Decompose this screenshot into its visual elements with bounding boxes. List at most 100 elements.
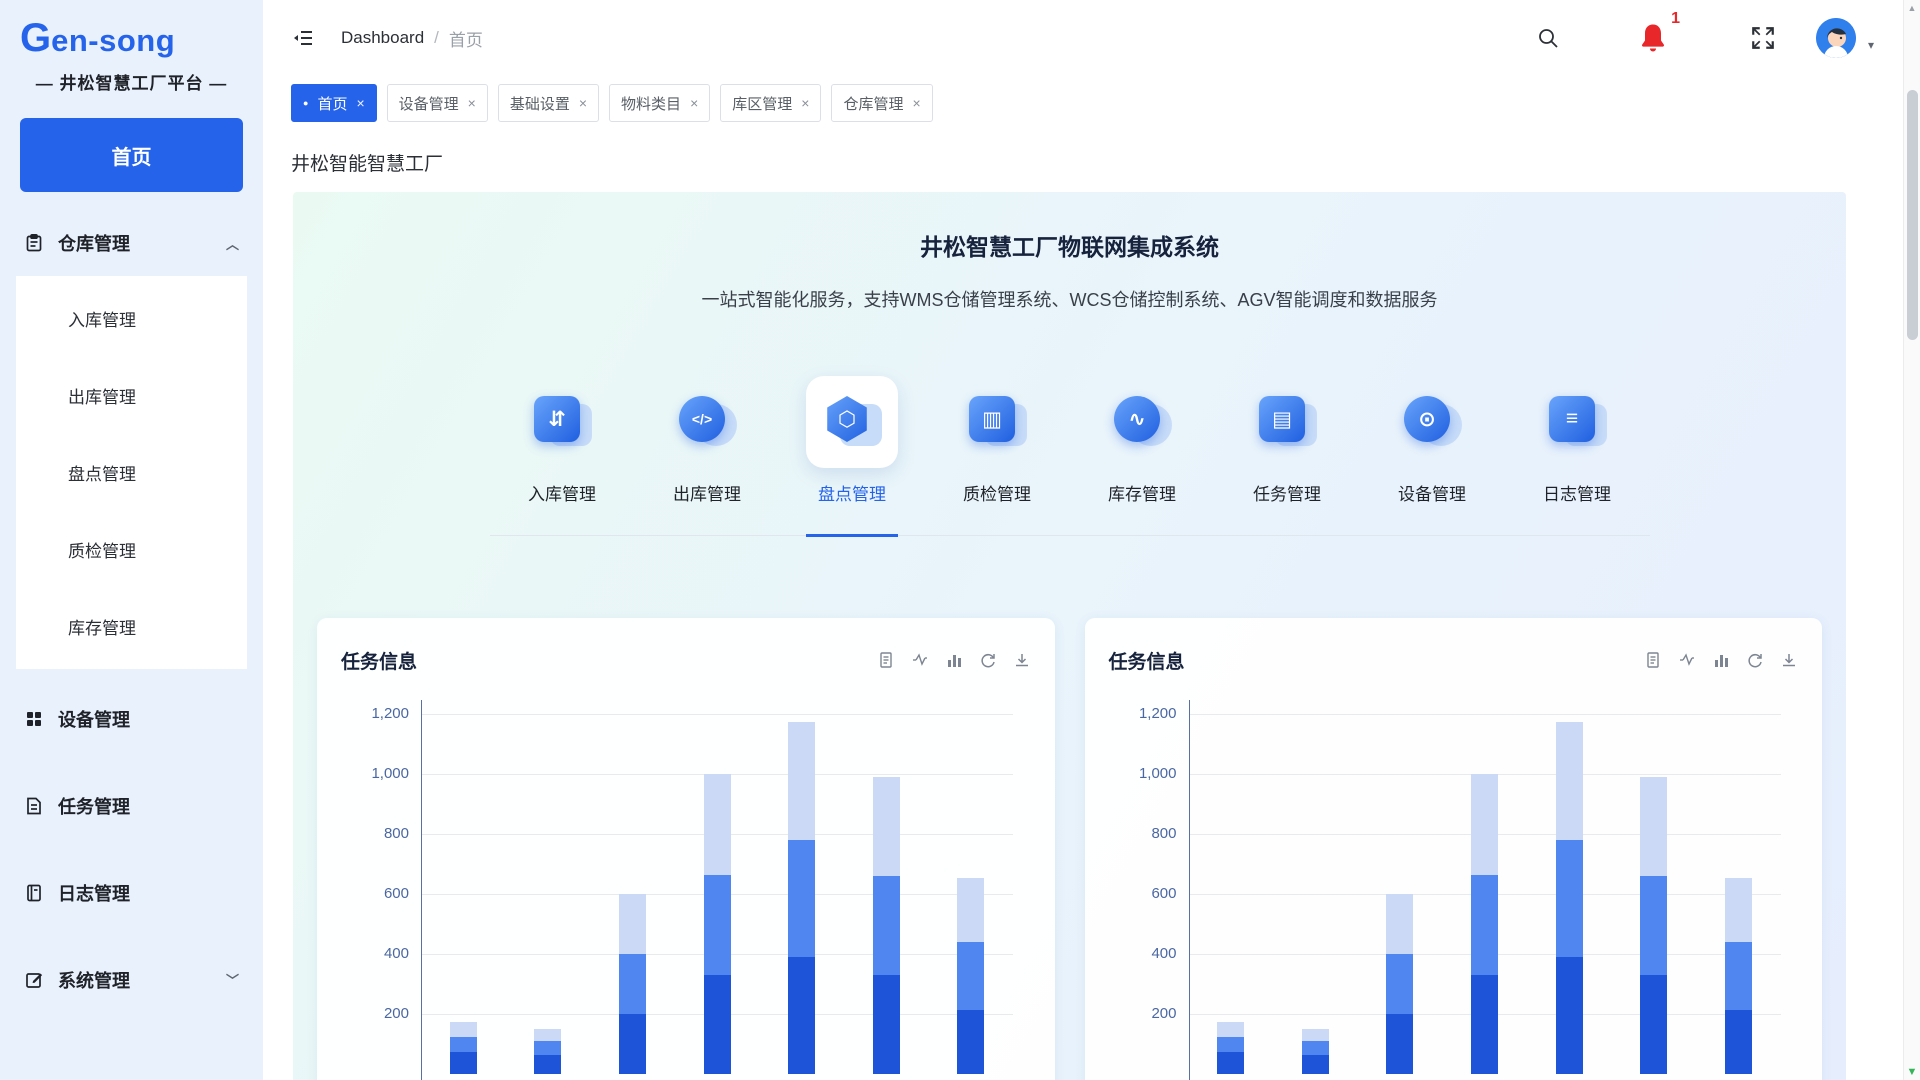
menu-fold-icon[interactable] [291,26,315,50]
bar-segment [788,722,815,841]
hero-panel: 井松智慧工厂物联网集成系统 一站式智能化服务，支持WMS仓储管理系统、WCS仓储… [293,192,1846,1080]
feature-qc[interactable]: ▥ 质检管理 [925,376,1070,505]
feature-outbound[interactable]: </> 出库管理 [635,376,780,505]
journal-icon [24,883,44,903]
sidebar-item-system[interactable]: 系统管理 ﹀ [0,936,263,1023]
y-axis-tick-label: 800 [341,825,409,842]
bar-segment [534,1041,561,1055]
bar-segment [619,954,646,1014]
sidebar-item-task[interactable]: 任务管理 [0,762,263,849]
page-title: 井松智慧工厂物联网集成系统 [293,228,1846,262]
close-icon[interactable]: × [801,95,809,111]
sidebar-item-label: 系统管理 [58,967,130,993]
page-subtitle: 一站式智能化服务，支持WMS仓储管理系统、WCS仓储控制系统、AGV智能调度和数… [293,286,1846,312]
chevron-up-icon[interactable]: ︿ [226,234,239,253]
feature-inbound[interactable]: ⇵ 入库管理 [490,376,635,505]
line-chart-icon[interactable] [911,651,929,669]
sidebar-item-qc[interactable]: 质检管理 [16,511,247,588]
line-chart-icon[interactable] [1678,651,1696,669]
tab-bar: ● 首页 × 设备管理 × 基础设置 × 物料类目 × 库区管理 × 仓库管理 [263,76,1920,133]
card-title: 任务信息 [1109,647,1185,674]
scrollbar-thumb[interactable] [1907,90,1918,340]
tab-home[interactable]: ● 首页 × [291,84,377,122]
close-icon[interactable]: × [579,95,587,111]
feature-task[interactable]: ▤ 任务管理 [1215,376,1360,505]
data-view-icon[interactable] [877,651,895,669]
app-window: Gen-song — 井松智慧工厂平台 — 首页 仓库管理 ︿ 入库管理 出库管… [0,0,1920,1080]
brand-subtitle: — 井松智慧工厂平台 — [0,69,263,94]
data-view-icon[interactable] [1644,651,1662,669]
breadcrumb-dashboard[interactable]: Dashboard [341,28,424,48]
close-icon[interactable]: × [690,95,698,111]
vertical-scrollbar[interactable]: ▲ ▼ [1903,0,1920,1080]
grid-icon [24,709,44,729]
sidebar-item-log[interactable]: 日志管理 [0,849,263,936]
download-icon[interactable] [1013,651,1031,669]
feature-inventory[interactable]: ∿ 库存管理 [1070,376,1215,505]
task-icon: ▤ [1259,394,1315,450]
close-icon[interactable]: × [468,95,476,111]
tab-basic-settings[interactable]: 基础设置 × [498,84,599,122]
bar-segment [873,777,900,876]
refresh-icon[interactable] [1746,651,1764,669]
sidebar-item-device[interactable]: 设备管理 [0,675,263,762]
sidebar-item-label: 日志管理 [58,880,130,906]
close-icon[interactable]: × [912,95,920,111]
sidebar-item-label: 仓库管理 [58,230,130,256]
scroll-down-arrow-icon[interactable]: ▼ [1907,1064,1918,1080]
feature-device[interactable]: ⊙ 设备管理 [1360,376,1505,505]
feature-stocktake[interactable]: ⬡ 盘点管理 [780,376,925,505]
page-content: 井松智能智慧工厂 井松智慧工厂物联网集成系统 一站式智能化服务，支持WMS仓储管… [263,133,1920,1080]
breadcrumb-separator: / [434,28,439,48]
chart-cards: 任务信息 2004006008001,0001,200 [317,618,1822,1080]
close-icon[interactable]: × [356,95,364,111]
avatar[interactable] [1816,18,1856,58]
active-dot-icon: ● [303,99,308,108]
search-icon[interactable] [1536,26,1560,50]
bar-chart-icon[interactable] [945,651,963,669]
card-toolbar [1644,651,1798,669]
bar-segment [1556,840,1583,957]
card-toolbar [877,651,1031,669]
sidebar-item-outbound[interactable]: 出库管理 [16,357,247,434]
gridline [1189,714,1781,715]
sidebar-item-stocktake[interactable]: 盘点管理 [16,434,247,511]
tab-label: 设备管理 [399,93,459,114]
sidebar-item-home[interactable]: 首页 [20,118,243,192]
scroll-up-arrow-icon[interactable]: ▲ [1908,0,1917,16]
active-feature-underline [806,534,898,537]
bar-chart-icon[interactable] [1712,651,1730,669]
bar-segment [1217,1037,1244,1052]
bar-segment [1302,1055,1329,1075]
download-icon[interactable] [1780,651,1798,669]
edit-settings-icon [24,970,44,990]
bar-segment [619,1014,646,1074]
card-title: 任务信息 [341,647,417,674]
sidebar-item-inventory[interactable]: 库存管理 [16,588,247,665]
refresh-icon[interactable] [979,651,997,669]
sidebar-menu: 仓库管理 ︿ 入库管理 出库管理 盘点管理 质检管理 库存管理 设备管理 任务管… [0,212,263,1023]
chevron-down-icon[interactable]: ﹀ [226,970,239,989]
stacked-bar-chart: 2004006008001,0001,200 [1109,682,1799,1080]
tab-storage-area[interactable]: 库区管理 × [720,84,821,122]
tab-device[interactable]: 设备管理 × [387,84,488,122]
top-header: Dashboard / 首页 1 ▾ [263,0,1920,76]
avatar-caret-icon[interactable]: ▾ [1868,38,1874,52]
feature-log[interactable]: ≡ 日志管理 [1505,376,1650,505]
tab-material-category[interactable]: 物料类目 × [609,84,710,122]
qc-icon: ▥ [969,394,1025,450]
bar-segment [1640,777,1667,876]
breadcrumb: Dashboard / 首页 [341,26,483,51]
y-axis-line [421,700,422,1080]
notification-bell-icon[interactable]: 1 [1638,22,1668,54]
fullscreen-icon[interactable] [1750,25,1776,51]
bar-segment [1217,1052,1244,1075]
tab-warehouse[interactable]: 仓库管理 × [831,84,932,122]
task-info-card-2: 任务信息 2004006008001,0001,200 [1085,618,1823,1080]
bar-segment [534,1055,561,1075]
sidebar-item-warehouse[interactable]: 仓库管理 ︿ [0,212,263,274]
y-axis-tick-label: 400 [1109,945,1177,962]
bar-segment [1556,957,1583,1074]
bar-segment [1640,975,1667,1074]
sidebar-item-inbound[interactable]: 入库管理 [16,280,247,357]
